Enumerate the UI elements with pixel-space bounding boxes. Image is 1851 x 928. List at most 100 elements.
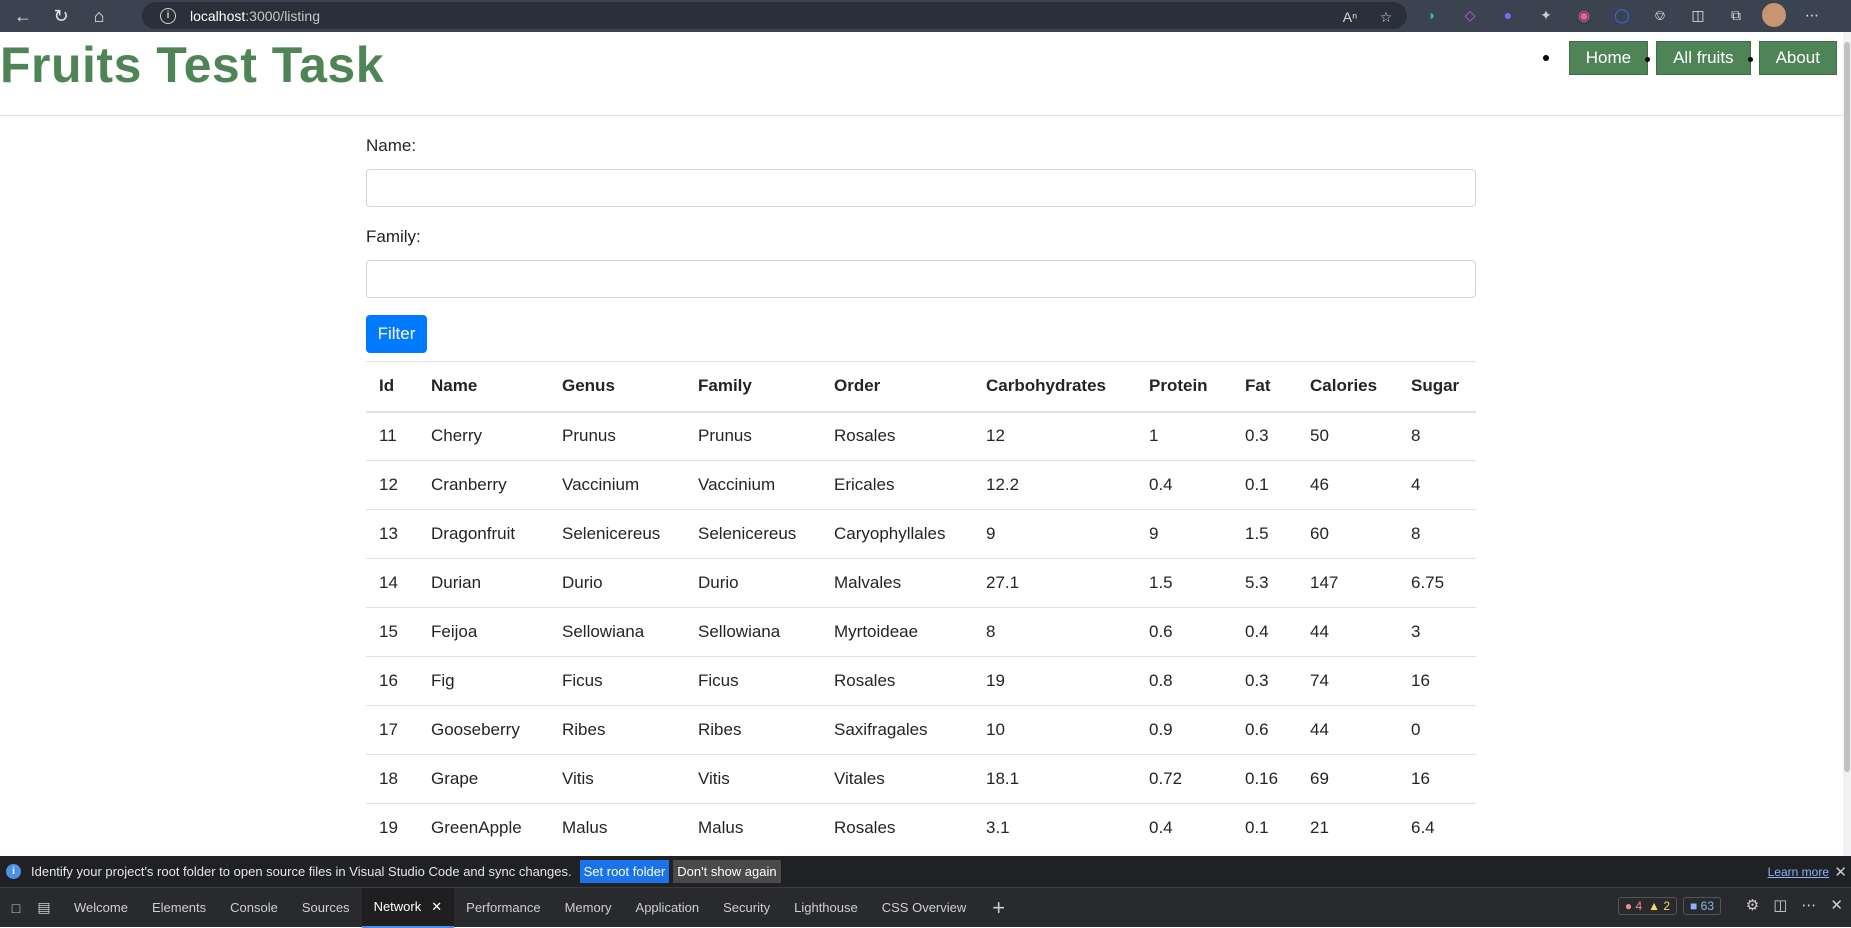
tab-lighthouse[interactable]: Lighthouse xyxy=(782,888,870,928)
table-cell: Rosales xyxy=(821,411,973,461)
table-cell: 4 xyxy=(1398,460,1476,510)
devtools-tabbar: □ ▤ Welcome Elements Console Sources Network… xyxy=(0,887,1851,928)
table-cell: 8 xyxy=(1398,509,1476,559)
nav-home-link[interactable]: Home xyxy=(1568,41,1651,75)
table-cell: Vitales xyxy=(821,754,973,804)
table-cell: Ericales xyxy=(821,460,973,510)
table-cell: Malus xyxy=(549,803,685,853)
table-cell: 0.4 xyxy=(1136,803,1232,853)
address-bar[interactable]: i localhost :3000/listing Aⁿ ☆ xyxy=(142,2,1407,29)
page-scrollbar[interactable] xyxy=(1843,32,1851,856)
table-row: 11 Cherry Prunus Prunus Rosales 12 1 0.3 50 8 xyxy=(366,411,1476,461)
messages-badge[interactable]: ■ 63 xyxy=(1683,897,1721,915)
table-cell: 18 xyxy=(366,754,418,804)
split-screen-icon[interactable]: ◫ xyxy=(1686,3,1710,27)
col-genus: Genus xyxy=(549,361,685,413)
table-cell: 60 xyxy=(1297,509,1398,559)
tab-memory[interactable]: Memory xyxy=(553,888,624,928)
table-cell: 0.1 xyxy=(1232,460,1297,510)
back-arrow-icon[interactable]: ← xyxy=(8,3,38,29)
set-root-folder-button[interactable]: Set root folder xyxy=(579,860,670,883)
table-cell: Prunus xyxy=(549,411,685,461)
warning-count: ▲ 2 xyxy=(1648,899,1671,913)
collections-icon[interactable]: ⧉ xyxy=(1724,3,1748,27)
refresh-icon[interactable]: ↻ xyxy=(46,3,76,29)
table-cell: 8 xyxy=(1398,411,1476,461)
table-cell: 6.75 xyxy=(1398,558,1476,608)
nav-about-link[interactable]: About xyxy=(1758,41,1837,75)
browser-toolbar: ← ↻ ⌂ i localhost :3000/listing Aⁿ ☆ ◗ ◇… xyxy=(0,0,1851,32)
table-cell: 18.1 xyxy=(973,754,1136,804)
extension-icon[interactable]: ● xyxy=(1496,3,1520,27)
site-header: Fruits Test Task Home All fruits About xyxy=(0,32,1851,116)
tab-application[interactable]: Application xyxy=(624,888,712,928)
extension-icon[interactable]: ◇ xyxy=(1458,3,1482,27)
tab-sources[interactable]: Sources xyxy=(290,888,362,928)
family-input[interactable] xyxy=(366,260,1476,298)
table-cell: GreenApple xyxy=(418,803,549,853)
puzzle-extensions-icon[interactable]: ⎊ xyxy=(1648,3,1672,27)
tab-css-overview[interactable]: CSS Overview xyxy=(870,888,979,928)
table-cell: 8 xyxy=(973,607,1136,657)
avatar[interactable] xyxy=(1762,3,1786,27)
nav-all-fruits-link[interactable]: All fruits xyxy=(1656,41,1753,75)
devtools-tabs: Welcome Elements Console Sources Network ✕ Per… xyxy=(62,887,979,928)
extension-icon[interactable]: ◉ xyxy=(1572,3,1596,27)
table-cell: Ficus xyxy=(549,656,685,706)
inspect-icon[interactable]: □ xyxy=(4,896,28,920)
table-cell: 0.4 xyxy=(1136,460,1232,510)
table-cell: Durian xyxy=(418,558,549,608)
extension-icon[interactable]: ✦ xyxy=(1534,3,1558,27)
table-cell: Ribes xyxy=(685,705,821,755)
add-tab-icon[interactable]: + xyxy=(992,895,1005,921)
dont-show-again-button[interactable]: Don't show again xyxy=(673,860,781,883)
table-cell: Vaccinium xyxy=(549,460,685,510)
scrollbar-thumb[interactable] xyxy=(1844,42,1850,772)
settings-gear-icon[interactable]: ⚙ xyxy=(1746,896,1759,914)
dock-icon[interactable]: ◫ xyxy=(1773,896,1787,914)
tab-welcome[interactable]: Welcome xyxy=(62,888,140,928)
device-toolbar-icon[interactable]: ▤ xyxy=(32,896,56,920)
learn-more-link[interactable]: Learn more xyxy=(1768,865,1829,879)
col-protein: Protein xyxy=(1136,361,1232,413)
table-cell: 9 xyxy=(1136,509,1232,559)
site-info-icon[interactable]: i xyxy=(160,7,176,24)
table-cell: 17 xyxy=(366,705,418,755)
close-devtools-icon[interactable]: ✕ xyxy=(1830,896,1843,914)
filter-button[interactable]: Filter xyxy=(366,315,427,353)
fruits-table: Id Name Genus Family Order Carbohydrates… xyxy=(366,361,1476,853)
table-cell: Feijoa xyxy=(418,607,549,657)
more-options-icon[interactable]: ⋯ xyxy=(1801,896,1816,914)
table-row: 15 Feijoa Sellowiana Sellowiana Myrtoideae 8 0… xyxy=(366,607,1476,657)
table-cell: 1.5 xyxy=(1136,558,1232,608)
more-menu-icon[interactable]: ⋯ xyxy=(1800,3,1824,27)
home-icon[interactable]: ⌂ xyxy=(84,3,114,29)
extension-icon[interactable]: ◯ xyxy=(1610,3,1634,27)
table-cell: Rosales xyxy=(821,803,973,853)
table-cell: 19 xyxy=(973,656,1136,706)
read-aloud-icon[interactable]: Aⁿ xyxy=(1339,6,1361,28)
table-cell: 0 xyxy=(1398,705,1476,755)
table-cell: 0.72 xyxy=(1136,754,1232,804)
tab-security[interactable]: Security xyxy=(711,888,782,928)
extension-icon[interactable]: ◗ xyxy=(1420,3,1444,27)
col-family: Family xyxy=(685,361,821,413)
table-row: 13 Dragonfruit Selenicereus Selenicereus Car… xyxy=(366,509,1476,559)
table-header-row: Id Name Genus Family Order Carbohydrates… xyxy=(366,361,1476,413)
tab-elements[interactable]: Elements xyxy=(140,888,218,928)
issues-badge[interactable]: ● 4 ▲ 2 xyxy=(1617,897,1678,915)
close-icon[interactable]: ✕ xyxy=(1834,863,1847,881)
name-input[interactable] xyxy=(366,169,1476,207)
table-cell: 19 xyxy=(366,803,418,853)
tab-performance[interactable]: Performance xyxy=(454,888,552,928)
tab-network[interactable]: Network ✕ xyxy=(361,887,455,928)
favorite-star-icon[interactable]: ☆ xyxy=(1375,6,1397,28)
table-cell: 50 xyxy=(1297,411,1398,461)
notification-text: Identify your project's root folder to o… xyxy=(31,864,572,879)
table-cell: 15 xyxy=(366,607,418,657)
table-cell: Vaccinium xyxy=(685,460,821,510)
table-cell: 0.1 xyxy=(1232,803,1297,853)
close-tab-icon[interactable]: ✕ xyxy=(431,899,442,915)
table-cell: Durio xyxy=(549,558,685,608)
tab-console[interactable]: Console xyxy=(218,888,290,928)
